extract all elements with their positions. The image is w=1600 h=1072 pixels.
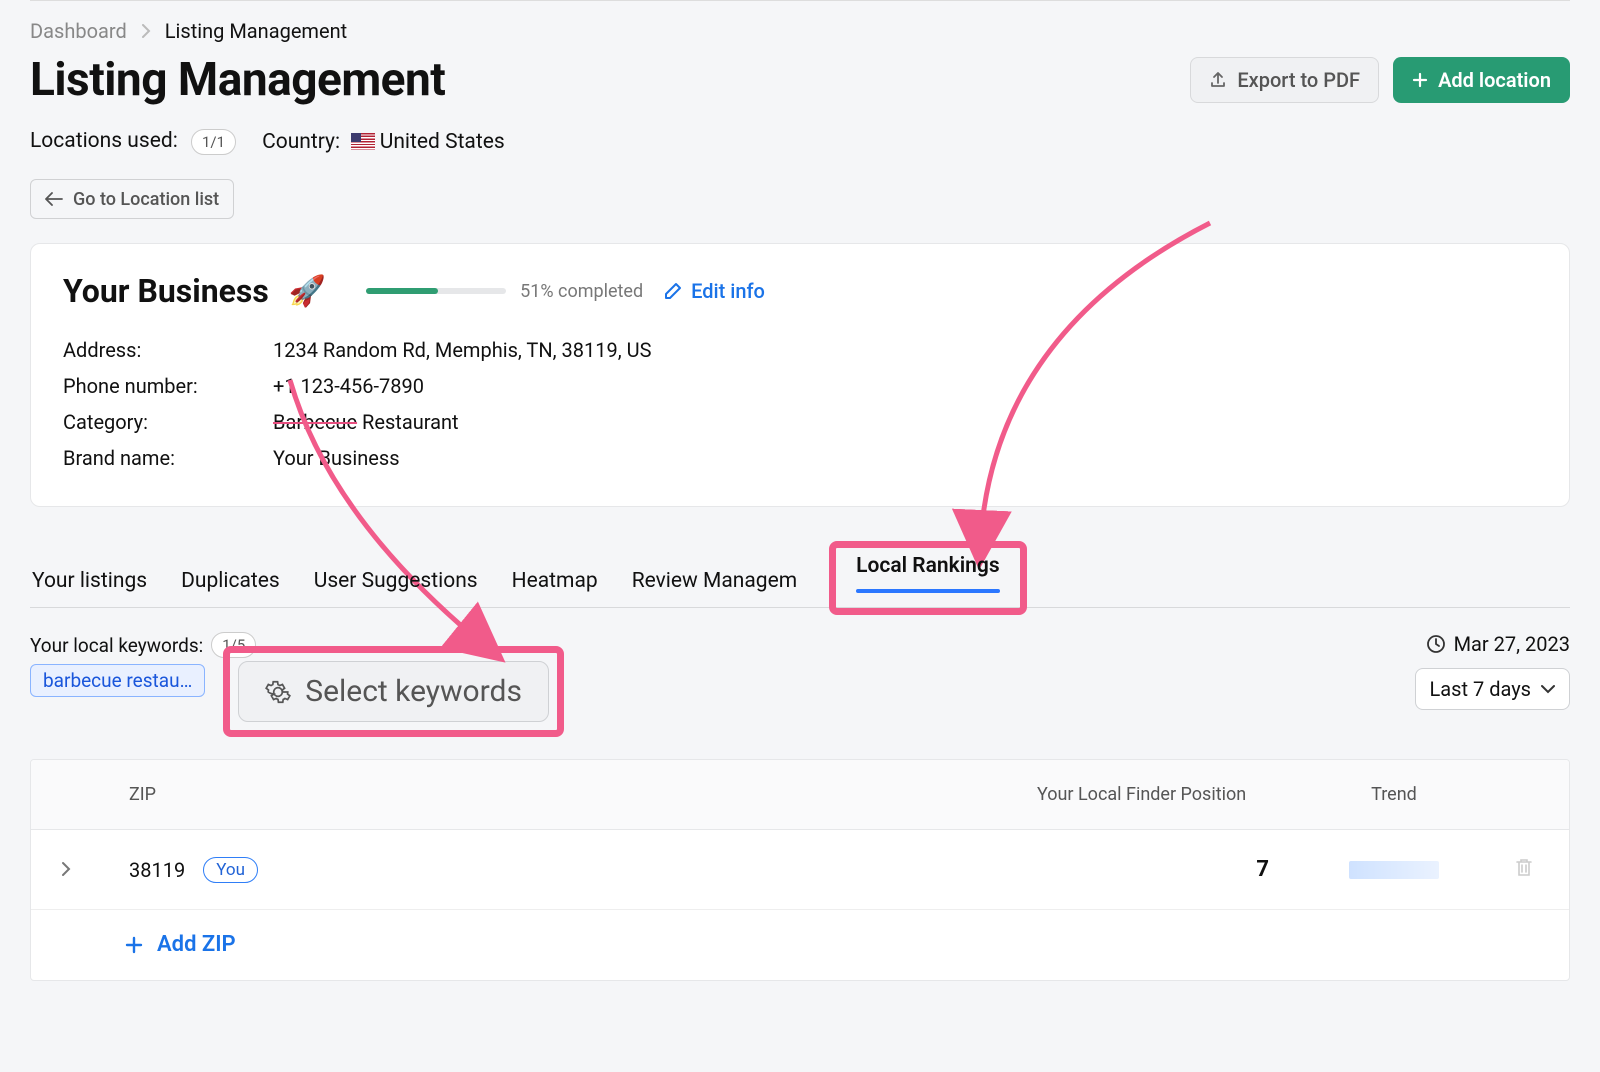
breadcrumb-current: Listing Management [165,19,347,43]
business-name: Your Business [63,272,269,310]
add-zip-button[interactable]: Add ZIP [101,932,236,957]
plus-icon [125,936,143,954]
keywords-label: Your local keywords: [30,634,203,657]
expand-row-icon[interactable] [60,861,72,877]
select-keywords-button[interactable]: Select keywords [238,661,549,722]
select-keywords-label: Select keywords [305,674,522,709]
tab-your-listings[interactable]: Your listings [30,569,149,607]
you-badge: You [203,857,258,883]
phone-label: Phone number: [63,374,273,398]
trash-icon [1515,858,1533,882]
locations-used-pill: 1/1 [191,129,236,155]
edit-info-label: Edit info [691,279,765,303]
breadcrumb: Dashboard Listing Management [30,15,1570,49]
export-pdf-button[interactable]: Export to PDF [1190,57,1379,103]
brand-value: Your Business [273,446,400,470]
arrow-left-icon [45,192,63,206]
category-label: Category: [63,410,273,434]
breadcrumb-dashboard[interactable]: Dashboard [30,19,127,43]
zip-value: 38119 [129,858,185,882]
chevron-right-icon [141,19,151,43]
edit-info-link[interactable]: Edit info [663,279,765,303]
gear-icon [265,679,291,705]
country-label: Country: [262,130,340,154]
col-position: Your Local Finder Position [1019,784,1309,805]
us-flag-icon [351,133,375,150]
address-value: 1234 Random Rd, Memphis, TN, 38119, US [273,338,651,362]
position-value: 7 [1019,857,1309,882]
add-location-button[interactable]: Add location [1393,57,1570,103]
plus-icon [1412,72,1428,88]
current-date: Mar 27, 2023 [1454,632,1570,656]
go-back-label: Go to Location list [73,189,219,210]
upload-icon [1209,71,1227,89]
pencil-icon [663,281,683,301]
tabs: Your listings Duplicates User Suggestion… [30,541,1570,608]
progress-bar [366,288,506,294]
page-title: Listing Management [30,53,445,107]
phone-value: +1 123-456-7890 [273,374,424,398]
annotation-highlight-local-rankings: Local Rankings [829,541,1027,615]
table-row: 38119 You 7 [31,830,1569,910]
locations-used-label: Locations used: [30,129,178,153]
clock-icon [1426,634,1446,654]
category-value: Barbecue Restaurant [273,410,459,434]
tab-local-rankings[interactable]: Local Rankings [854,554,1002,592]
chevron-down-icon [1541,684,1555,694]
address-label: Address: [63,338,273,362]
go-to-location-list-button[interactable]: Go to Location list [30,179,234,219]
keyword-chip[interactable]: barbecue restau… [30,664,205,697]
trend-sparkline [1349,861,1439,879]
date-range-label: Last 7 days [1430,677,1531,701]
tab-heatmap[interactable]: Heatmap [510,569,600,607]
export-pdf-label: Export to PDF [1237,68,1360,92]
rankings-table: ZIP Your Local Finder Position Trend 381… [30,759,1570,981]
tab-duplicates[interactable]: Duplicates [179,569,282,607]
progress-text: 51% completed [520,281,643,302]
rocket-icon: 🚀 [289,274,326,309]
country-value: United States [380,130,505,154]
brand-label: Brand name: [63,446,273,470]
col-zip: ZIP [101,784,1019,805]
tab-user-suggestions[interactable]: User Suggestions [312,569,480,607]
annotation-highlight-select-keywords: Select keywords [223,646,564,737]
delete-row-button[interactable] [1479,857,1569,882]
tab-review-management[interactable]: Review Managem [630,569,799,607]
col-trend: Trend [1309,784,1479,805]
business-card: Your Business 🚀 51% completed Edit info … [30,243,1570,507]
date-range-select[interactable]: Last 7 days [1415,668,1570,710]
add-zip-label: Add ZIP [157,932,236,957]
add-location-label: Add location [1438,68,1551,92]
